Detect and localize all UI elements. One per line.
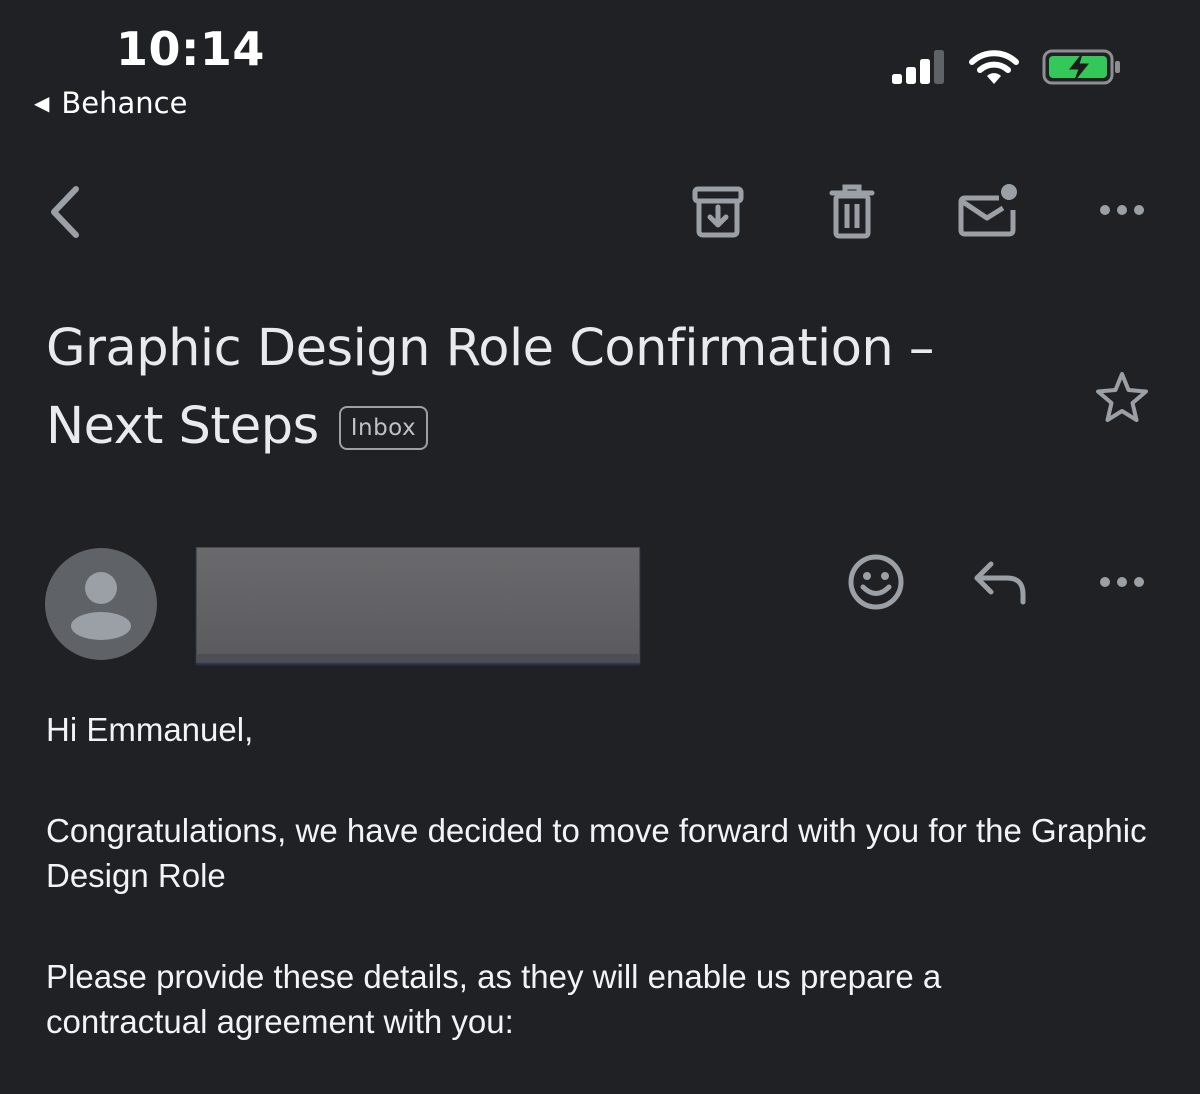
email-paragraph: Congratulations, we have decided to move… — [46, 812, 1147, 894]
back-triangle-icon: ◀ — [34, 91, 50, 115]
reply-icon — [974, 561, 1026, 605]
emoji-reaction-icon — [848, 554, 904, 610]
subject-text: Graphic Design Role Confirmation – Next … — [46, 319, 934, 456]
delete-icon — [829, 184, 875, 239]
more-options-button[interactable] — [1096, 190, 1148, 230]
cellular-signal-icon — [892, 50, 944, 84]
person-icon — [71, 572, 131, 640]
more-icon — [1100, 205, 1144, 215]
more-icon — [1100, 577, 1144, 587]
label-chip-inbox[interactable]: Inbox — [338, 406, 429, 450]
mark-unread-button[interactable] — [956, 180, 1020, 240]
sender-more-button[interactable] — [1096, 562, 1148, 602]
email-subject: Graphic Design Role Confirmation – Next … — [46, 310, 1056, 466]
delete-button[interactable] — [824, 182, 880, 242]
back-app-label: Behance — [61, 86, 188, 120]
star-button[interactable] — [1092, 368, 1152, 428]
mark-unread-icon — [958, 184, 1017, 237]
star-icon — [1096, 372, 1148, 422]
back-chevron-icon — [51, 186, 79, 238]
email-greeting: Hi Emmanuel, — [46, 711, 254, 748]
status-icons — [890, 48, 1122, 86]
back-to-app-button[interactable]: ◀ Behance — [34, 86, 187, 120]
reply-button[interactable] — [970, 556, 1030, 608]
battery-charging-icon — [1042, 49, 1120, 85]
email-paragraph: Please provide these details, as they wi… — [46, 958, 942, 1040]
archive-icon — [692, 186, 744, 238]
status-time: 10:14 — [116, 22, 265, 76]
emoji-reaction-button[interactable] — [844, 550, 908, 614]
wifi-icon — [969, 50, 1019, 84]
back-button[interactable] — [36, 180, 92, 244]
archive-button[interactable] — [688, 182, 748, 242]
sender-name-redacted — [196, 547, 640, 663]
sender-avatar[interactable] — [45, 548, 157, 660]
